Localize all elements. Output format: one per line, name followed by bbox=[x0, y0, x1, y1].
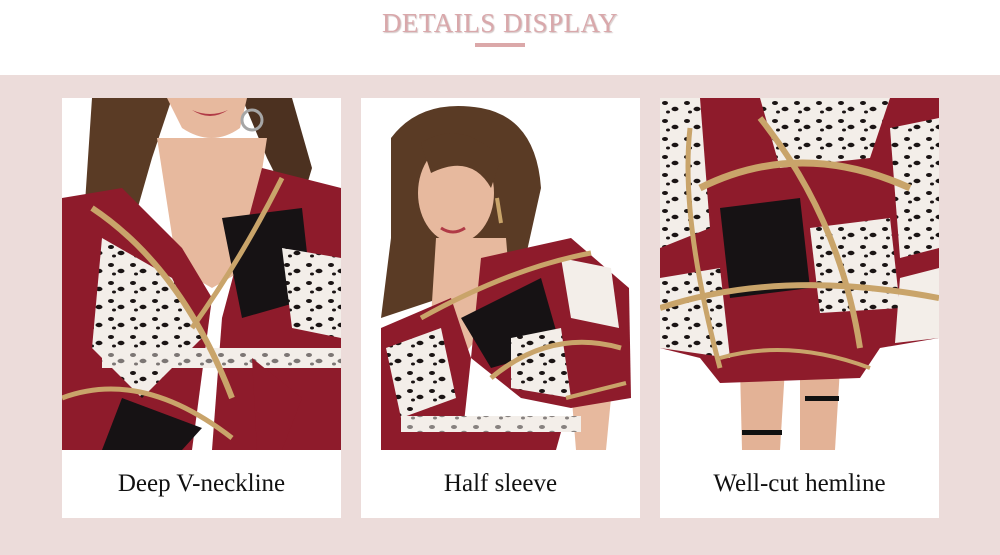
neckline-photo bbox=[62, 98, 341, 450]
detail-card-hemline: Well-cut hemline bbox=[660, 98, 939, 518]
neckline-caption: Deep V-neckline bbox=[117, 470, 286, 497]
sleeve-caption: Half sleeve bbox=[443, 470, 558, 497]
detail-card-neckline: Deep V-neckline bbox=[62, 98, 341, 518]
page-title: DETAILS DISPLAY bbox=[381, 8, 619, 38]
neckline-illustration bbox=[62, 98, 341, 450]
hemline-photo bbox=[660, 98, 939, 450]
header-bar: DETAILS DISPLAY bbox=[0, 0, 1000, 75]
hemline-caption: Well-cut hemline bbox=[713, 470, 886, 497]
title-underline bbox=[475, 43, 525, 47]
hemline-illustration bbox=[660, 98, 939, 450]
sleeve-photo bbox=[361, 98, 640, 450]
sleeve-illustration bbox=[361, 98, 640, 450]
detail-card-sleeve: Half sleeve bbox=[361, 98, 640, 518]
